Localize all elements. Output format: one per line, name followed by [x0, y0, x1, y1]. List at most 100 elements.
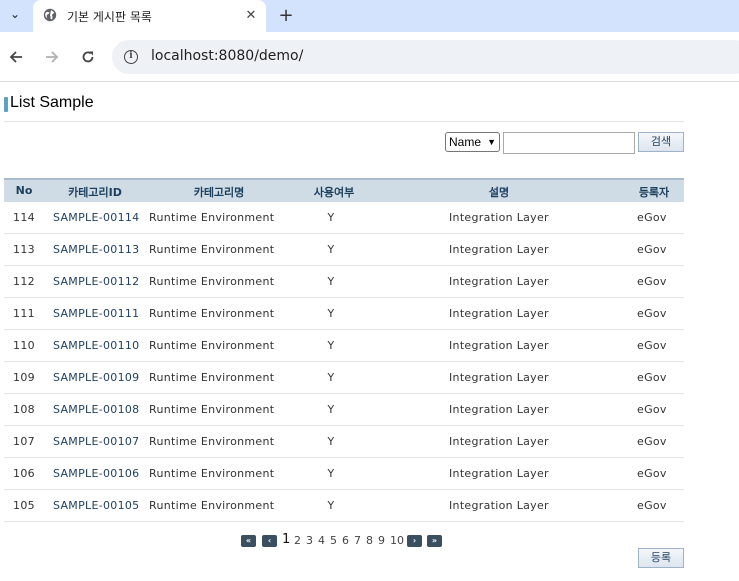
cell-category-id[interactable]: SAMPLE-00114	[53, 211, 139, 224]
header-category-name: 카테고리명	[193, 186, 245, 199]
cell-registrant: eGov	[637, 211, 667, 224]
new-tab-icon[interactable]: +	[276, 5, 296, 26]
table-row[interactable]: 111 SAMPLE-00111 Runtime Environment Y Integ…	[4, 298, 684, 330]
page-link[interactable]: 2	[294, 534, 301, 547]
forward-arrow-icon[interactable]	[42, 47, 62, 67]
search-condition-value: Name	[449, 135, 482, 149]
cell-category-id[interactable]: SAMPLE-00108	[53, 403, 139, 416]
cell-registrant: eGov	[637, 403, 667, 416]
site-info-icon[interactable]: i	[124, 50, 138, 64]
cell-no: 111	[13, 307, 35, 320]
cell-use-yn: Y	[327, 243, 335, 256]
table-row[interactable]: 105 SAMPLE-00105 Runtime Environment Y Integ…	[4, 490, 684, 522]
cell-registrant: eGov	[637, 339, 667, 352]
header-use-yn: 사용여부	[313, 186, 355, 199]
cell-registrant: eGov	[637, 307, 667, 320]
table-body: 114 SAMPLE-00114 Runtime Environment Y Integ…	[4, 202, 684, 522]
table-row[interactable]: 106 SAMPLE-00106 Runtime Environment Y Integ…	[4, 458, 684, 490]
header-registrant: 등록자	[638, 186, 670, 199]
page-link[interactable]: 3	[306, 534, 313, 547]
table-row[interactable]: 110 SAMPLE-00110 Runtime Environment Y Integ…	[4, 330, 684, 362]
title-divider	[4, 121, 684, 122]
cell-category-name: Runtime Environment	[149, 243, 275, 256]
cell-no: 113	[13, 243, 35, 256]
table-row[interactable]: 109 SAMPLE-00109 Runtime Environment Y Integ…	[4, 362, 684, 394]
cell-use-yn: Y	[327, 403, 335, 416]
first-page-icon[interactable]: «	[241, 535, 256, 547]
cell-use-yn: Y	[327, 435, 335, 448]
header-no: No	[15, 184, 33, 197]
cell-no: 112	[13, 275, 35, 288]
cell-category-id[interactable]: SAMPLE-00105	[53, 499, 139, 512]
table-row[interactable]: 114 SAMPLE-00114 Runtime Environment Y Integ…	[4, 202, 684, 234]
cell-registrant: eGov	[637, 275, 667, 288]
cell-category-id[interactable]: SAMPLE-00110	[53, 339, 139, 352]
page-link[interactable]: 10	[390, 534, 404, 547]
cell-category-name: Runtime Environment	[149, 467, 275, 480]
page-link-current[interactable]: 1	[282, 532, 290, 547]
address-bar[interactable]: i localhost:8080/demo/	[112, 40, 739, 74]
cell-category-id[interactable]: SAMPLE-00112	[53, 275, 139, 288]
table-row[interactable]: 113 SAMPLE-00113 Runtime Environment Y Integ…	[4, 234, 684, 266]
cell-category-name: Runtime Environment	[149, 339, 275, 352]
forward-arrow-glyph	[46, 51, 59, 63]
page-link[interactable]: 6	[342, 534, 349, 547]
table-row[interactable]: 112 SAMPLE-00112 Runtime Environment Y Integ…	[4, 266, 684, 298]
page-title: List Sample	[10, 94, 94, 111]
globe-icon	[43, 8, 57, 22]
search-condition-select[interactable]: Name ▼	[445, 132, 500, 152]
cell-registrant: eGov	[637, 371, 667, 384]
tab-title: 기본 게시판 목록	[67, 10, 152, 24]
cell-category-name: Runtime Environment	[149, 371, 275, 384]
reload-icon[interactable]	[78, 47, 98, 67]
register-button[interactable]: 등록	[638, 548, 684, 568]
page-link[interactable]: 4	[318, 534, 325, 547]
prev-page-icon[interactable]: ‹	[262, 535, 277, 547]
cell-registrant: eGov	[637, 499, 667, 512]
cell-category-id[interactable]: SAMPLE-00106	[53, 467, 139, 480]
page-link[interactable]: 7	[354, 534, 361, 547]
cell-category-name: Runtime Environment	[149, 435, 275, 448]
title-marker-icon	[4, 97, 8, 112]
cell-no: 110	[13, 339, 35, 352]
url-text[interactable]: localhost:8080/demo/	[151, 48, 303, 64]
browser-tab[interactable]: 기본 게시판 목록 ✕	[33, 0, 266, 32]
cell-registrant: eGov	[637, 467, 667, 480]
cell-category-name: Runtime Environment	[149, 275, 275, 288]
next-page-icon[interactable]: ›	[407, 535, 422, 547]
cell-category-id[interactable]: SAMPLE-00113	[53, 243, 139, 256]
cell-category-name: Runtime Environment	[149, 307, 275, 320]
cell-category-id[interactable]: SAMPLE-00107	[53, 435, 139, 448]
page-link[interactable]: 9	[378, 534, 385, 547]
cell-category-id[interactable]: SAMPLE-00109	[53, 371, 139, 384]
header-category-id: 카테고리ID	[68, 186, 122, 199]
cell-use-yn: Y	[327, 499, 335, 512]
back-arrow-glyph	[9, 51, 22, 63]
cell-category-id[interactable]: SAMPLE-00111	[53, 307, 139, 320]
table-header: No 카테고리ID 카테고리명 사용여부 설명 등록자	[4, 178, 684, 202]
search-input[interactable]	[503, 132, 635, 154]
header-description: 설명	[488, 186, 510, 199]
close-tab-icon[interactable]: ✕	[242, 6, 260, 24]
table-row[interactable]: 107 SAMPLE-00107 Runtime Environment Y Integ…	[4, 426, 684, 458]
cell-category-name: Runtime Environment	[149, 403, 275, 416]
cell-description: Integration Layer	[449, 275, 549, 288]
cell-description: Integration Layer	[449, 371, 549, 384]
cell-description: Integration Layer	[449, 467, 549, 480]
chevron-down-icon: ▼	[487, 137, 496, 147]
cell-no: 106	[13, 467, 35, 480]
table-row[interactable]: 108 SAMPLE-00108 Runtime Environment Y Integ…	[4, 394, 684, 426]
back-arrow-icon[interactable]	[6, 47, 26, 67]
browser-tab-bar: ⌄ 기본 게시판 목록 ✕ +	[0, 0, 739, 32]
cell-use-yn: Y	[327, 307, 335, 320]
cell-description: Integration Layer	[449, 435, 549, 448]
cell-use-yn: Y	[327, 371, 335, 384]
tab-search-chevron-icon[interactable]: ⌄	[4, 3, 26, 25]
page-link[interactable]: 8	[366, 534, 373, 547]
last-page-icon[interactable]: »	[427, 535, 442, 547]
cell-no: 107	[13, 435, 35, 448]
page-link[interactable]: 5	[330, 534, 337, 547]
cell-no: 109	[13, 371, 35, 384]
cell-description: Integration Layer	[449, 307, 549, 320]
search-button[interactable]: 검색	[638, 132, 684, 152]
